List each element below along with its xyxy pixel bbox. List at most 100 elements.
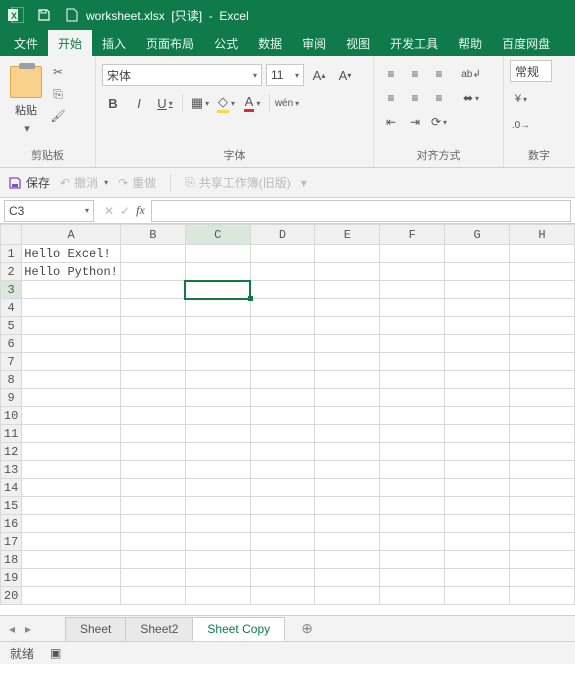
cell-A13[interactable] — [22, 461, 121, 479]
cell-H9[interactable] — [510, 389, 575, 407]
cell-E15[interactable] — [315, 497, 380, 515]
row-header-20[interactable]: 20 — [1, 587, 22, 605]
cell-B6[interactable] — [120, 335, 185, 353]
add-sheet-button[interactable]: ⊕ — [295, 620, 319, 637]
row-header-5[interactable]: 5 — [1, 317, 22, 335]
merge-cells-icon[interactable]: ⬌▾ — [460, 88, 482, 108]
cell-A10[interactable] — [22, 407, 121, 425]
cell-F9[interactable] — [380, 389, 445, 407]
cell-F12[interactable] — [380, 443, 445, 461]
cell-A6[interactable] — [22, 335, 121, 353]
cell-A2[interactable]: Hello Python! — [22, 263, 121, 281]
cell-D15[interactable] — [250, 497, 315, 515]
cell-E14[interactable] — [315, 479, 380, 497]
cell-G11[interactable] — [445, 425, 510, 443]
paste-button[interactable]: 粘贴 ▾ — [6, 60, 46, 137]
cut-icon[interactable]: ✂ — [50, 64, 66, 80]
align-middle-icon[interactable]: ≡ — [404, 64, 426, 84]
cell-G5[interactable] — [445, 317, 510, 335]
cell-E8[interactable] — [315, 371, 380, 389]
orientation-icon[interactable]: ⟳▾ — [428, 112, 450, 132]
cell-C4[interactable] — [185, 299, 250, 317]
cell-G13[interactable] — [445, 461, 510, 479]
cell-F15[interactable] — [380, 497, 445, 515]
cell-F11[interactable] — [380, 425, 445, 443]
tab-insert[interactable]: 插入 — [92, 30, 136, 56]
cell-H8[interactable] — [510, 371, 575, 389]
row-header-13[interactable]: 13 — [1, 461, 22, 479]
cell-C3[interactable] — [185, 281, 250, 299]
cell-H16[interactable] — [510, 515, 575, 533]
col-header-G[interactable]: G — [445, 225, 510, 245]
cell-C13[interactable] — [185, 461, 250, 479]
increase-decimal-icon[interactable]: .0→ — [510, 114, 532, 136]
cell-B17[interactable] — [120, 533, 185, 551]
row-header-1[interactable]: 1 — [1, 245, 22, 263]
cell-C11[interactable] — [185, 425, 250, 443]
cell-F20[interactable] — [380, 587, 445, 605]
cell-B11[interactable] — [120, 425, 185, 443]
format-painter-icon[interactable]: 🖌 — [50, 108, 66, 124]
row-header-17[interactable]: 17 — [1, 533, 22, 551]
cell-E17[interactable] — [315, 533, 380, 551]
cell-B5[interactable] — [120, 317, 185, 335]
row-header-15[interactable]: 15 — [1, 497, 22, 515]
cell-H11[interactable] — [510, 425, 575, 443]
cell-E20[interactable] — [315, 587, 380, 605]
cell-E12[interactable] — [315, 443, 380, 461]
cell-H12[interactable] — [510, 443, 575, 461]
cell-C2[interactable] — [185, 263, 250, 281]
cell-E11[interactable] — [315, 425, 380, 443]
sheet-tab-Sheet[interactable]: Sheet — [65, 617, 126, 641]
cell-D11[interactable] — [250, 425, 315, 443]
cell-D2[interactable] — [250, 263, 315, 281]
cell-D13[interactable] — [250, 461, 315, 479]
cell-G14[interactable] — [445, 479, 510, 497]
cell-F1[interactable] — [380, 245, 445, 263]
tab-baidu[interactable]: 百度网盘 — [492, 30, 560, 56]
cell-A12[interactable] — [22, 443, 121, 461]
cell-C14[interactable] — [185, 479, 250, 497]
cell-E10[interactable] — [315, 407, 380, 425]
cell-E9[interactable] — [315, 389, 380, 407]
cell-A3[interactable] — [22, 281, 121, 299]
cell-A16[interactable] — [22, 515, 121, 533]
undo-button[interactable]: ↶ 撤消 ▾ — [60, 174, 108, 191]
cell-C6[interactable] — [185, 335, 250, 353]
cell-E7[interactable] — [315, 353, 380, 371]
cell-B16[interactable] — [120, 515, 185, 533]
row-header-8[interactable]: 8 — [1, 371, 22, 389]
cell-G8[interactable] — [445, 371, 510, 389]
col-header-A[interactable]: A — [22, 225, 121, 245]
cell-E1[interactable] — [315, 245, 380, 263]
cell-G16[interactable] — [445, 515, 510, 533]
cell-C9[interactable] — [185, 389, 250, 407]
cell-H15[interactable] — [510, 497, 575, 515]
cell-D18[interactable] — [250, 551, 315, 569]
redo-button[interactable]: ↷ 重做 — [118, 174, 156, 191]
cell-B4[interactable] — [120, 299, 185, 317]
cell-E6[interactable] — [315, 335, 380, 353]
tab-review[interactable]: 审阅 — [292, 30, 336, 56]
col-header-B[interactable]: B — [120, 225, 185, 245]
cell-G2[interactable] — [445, 263, 510, 281]
cell-A15[interactable] — [22, 497, 121, 515]
worksheet-grid[interactable]: ABCDEFGH1Hello Excel!2Hello Python!34567… — [0, 224, 575, 616]
sheet-tab-Sheet2[interactable]: Sheet2 — [125, 617, 193, 641]
cell-H19[interactable] — [510, 569, 575, 587]
cell-F18[interactable] — [380, 551, 445, 569]
cell-H20[interactable] — [510, 587, 575, 605]
decrease-font-icon[interactable]: A▾ — [334, 64, 356, 86]
cell-B7[interactable] — [120, 353, 185, 371]
cell-E5[interactable] — [315, 317, 380, 335]
save-button[interactable]: 保存 — [8, 174, 50, 191]
row-header-11[interactable]: 11 — [1, 425, 22, 443]
cell-F10[interactable] — [380, 407, 445, 425]
cell-D5[interactable] — [250, 317, 315, 335]
font-size-select[interactable]: 11▾ — [266, 64, 304, 86]
decrease-indent-icon[interactable]: ⇤ — [380, 112, 402, 132]
sheet-nav-prev-icon[interactable]: ◂ — [4, 619, 20, 639]
col-header-E[interactable]: E — [315, 225, 380, 245]
fill-color-button[interactable]: ◇▾ — [215, 92, 237, 114]
cell-A1[interactable]: Hello Excel! — [22, 245, 121, 263]
